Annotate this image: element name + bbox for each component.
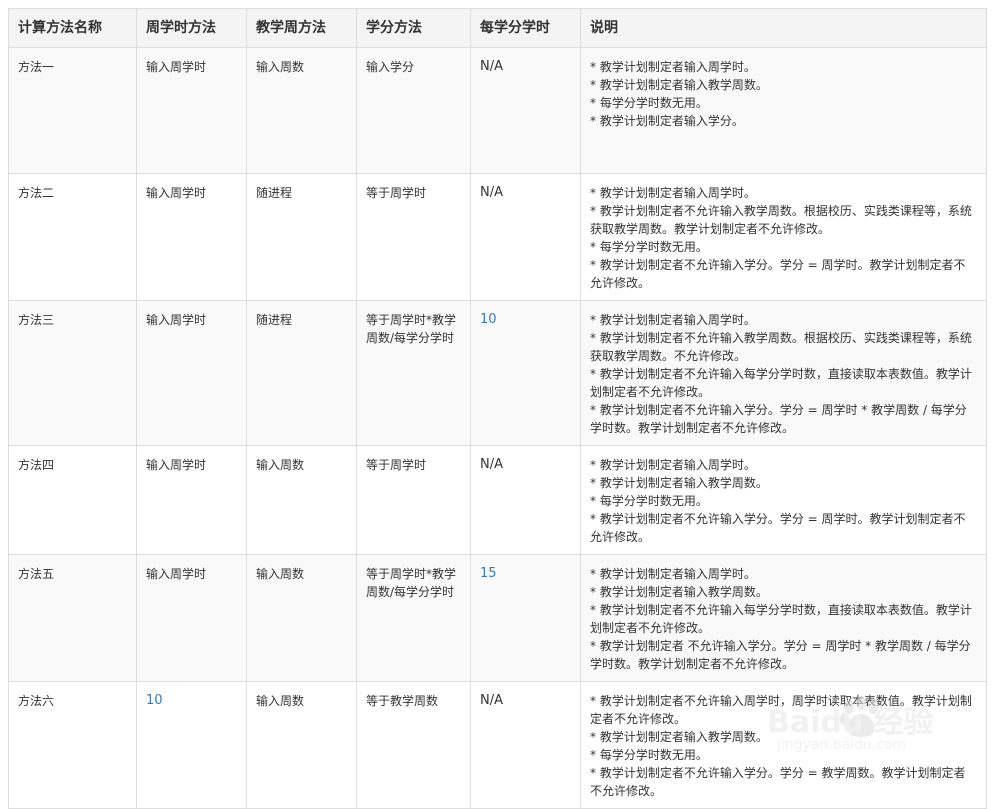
cell-hours-per-credit: N/A	[470, 445, 581, 555]
cell-hours-per-credit: N/A	[470, 173, 581, 301]
cell-hours-per-credit: N/A	[470, 681, 581, 809]
weekly-hours-link[interactable]: 10	[136, 681, 247, 809]
cell-teaching-weeks: 输入周数	[246, 681, 357, 809]
cell-credit-method: 等于教学周数	[356, 681, 471, 809]
description-line: * 每学分学时数无用。	[590, 96, 708, 110]
table-row: 方法一 输入周学时 输入周数 输入学分 N/A * 教学计划制定者输入周学时。 …	[8, 47, 987, 174]
header-teaching-weeks: 教学周方法	[246, 8, 357, 48]
cell-credit-method: 等于周学时*教学周数/每学分学时	[356, 300, 471, 446]
description-line: * 教学计划制定者不允许输入学分。学分 = 教学周数。教学计划制定者不允许修改。	[590, 766, 966, 798]
header-credit-method: 学分方法	[356, 8, 471, 48]
cell-method-name: 方法六	[8, 681, 137, 809]
cell-teaching-weeks: 输入周数	[246, 47, 357, 174]
description-line: * 教学计划制定者不允许输入学分。学分 = 周学时 * 教学周数 / 每学分学时…	[590, 403, 967, 435]
description-line: * 教学计划制定者 不允许输入学分。学分 = 周学时 * 教学周数 / 每学分学…	[590, 639, 971, 671]
header-method-name: 计算方法名称	[8, 8, 137, 48]
description-line: * 教学计划制定者输入周学时。	[590, 313, 756, 327]
table-header-row: 计算方法名称 周学时方法 教学周方法 学分方法 每学分学时 说明	[8, 8, 987, 48]
description-line: * 教学计划制定者输入周学时。	[590, 567, 756, 581]
description-line: * 教学计划制定者不允许输入学分。学分 = 周学时。教学计划制定者不允许修改。	[590, 512, 966, 544]
description-line: * 教学计划制定者输入教学周数。	[590, 585, 768, 599]
header-hours-per-credit: 每学分学时	[470, 8, 581, 48]
cell-weekly-hours: 输入周学时	[136, 173, 247, 301]
cell-teaching-weeks: 随进程	[246, 300, 357, 446]
description-line: * 教学计划制定者输入周学时。	[590, 60, 756, 74]
description-line: * 教学计划制定者输入周学时。	[590, 458, 756, 472]
cell-description: * 教学计划制定者输入周学时。 * 教学计划制定者输入教学周数。 * 每学分学时…	[580, 47, 987, 174]
watermark-brand: Baidu 经验	[767, 705, 934, 740]
header-weekly-hours: 周学时方法	[136, 8, 247, 48]
description-line: * 教学计划制定者不允许输入教学周数。根据校历、实践类课程等，系统获取教学周数。…	[590, 204, 972, 236]
description-line: * 教学计划制定者输入教学周数。	[590, 78, 768, 92]
cell-description: * 教学计划制定者输入周学时。 * 教学计划制定者不允许输入教学周数。根据校历、…	[580, 300, 987, 446]
cell-credit-method: 等于周学时	[356, 445, 471, 555]
cell-description: * 教学计划制定者输入周学时。 * 教学计划制定者输入教学周数。 * 教学计划制…	[580, 554, 987, 682]
hours-per-credit-link[interactable]: 15	[470, 554, 581, 682]
cell-hours-per-credit: N/A	[470, 47, 581, 174]
cell-method-name: 方法二	[8, 173, 137, 301]
description-line: * 教学计划制定者输入教学周数。	[590, 476, 768, 490]
cell-method-name: 方法一	[8, 47, 137, 174]
cell-weekly-hours: 输入周学时	[136, 300, 247, 446]
cell-teaching-weeks: 输入周数	[246, 554, 357, 682]
cell-method-name: 方法四	[8, 445, 137, 555]
methods-table-container: 计算方法名称 周学时方法 教学周方法 学分方法 每学分学时 说明 方法一 输入周…	[8, 8, 987, 809]
cell-weekly-hours: 输入周学时	[136, 554, 247, 682]
description-line: * 每学分学时数无用。	[590, 240, 708, 254]
cell-credit-method: 输入学分	[356, 47, 471, 174]
cell-weekly-hours: 输入周学时	[136, 445, 247, 555]
table-row: 方法四 输入周学时 输入周数 等于周学时 N/A * 教学计划制定者输入周学时。…	[8, 445, 987, 555]
watermark-url: jingyan.baidu.com	[777, 737, 907, 753]
description-line: * 教学计划制定者输入学分。	[590, 114, 744, 128]
cell-weekly-hours: 输入周学时	[136, 47, 247, 174]
cell-method-name: 方法三	[8, 300, 137, 446]
cell-credit-method: 等于周学时*教学周数/每学分学时	[356, 554, 471, 682]
cell-description: * 教学计划制定者输入周学时。 * 教学计划制定者不允许输入教学周数。根据校历、…	[580, 173, 987, 301]
cell-teaching-weeks: 输入周数	[246, 445, 357, 555]
cell-description: * 教学计划制定者输入周学时。 * 教学计划制定者输入教学周数。 * 每学分学时…	[580, 445, 987, 555]
cell-credit-method: 等于周学时	[356, 173, 471, 301]
methods-table: 计算方法名称 周学时方法 教学周方法 学分方法 每学分学时 说明 方法一 输入周…	[8, 8, 987, 809]
cell-teaching-weeks: 随进程	[246, 173, 357, 301]
table-row: 方法二 输入周学时 随进程 等于周学时 N/A * 教学计划制定者输入周学时。 …	[8, 173, 987, 301]
table-row: 方法五 输入周学时 输入周数 等于周学时*教学周数/每学分学时 15 * 教学计…	[8, 554, 987, 682]
description-line: * 每学分学时数无用。	[590, 494, 708, 508]
description-line: * 教学计划制定者不允许输入每学分学时数，直接读取本表数值。教学计划制定者不允许…	[590, 367, 972, 399]
cell-method-name: 方法五	[8, 554, 137, 682]
hours-per-credit-link[interactable]: 10	[470, 300, 581, 446]
baidu-jingyan-watermark: Baidu 经验 jingyan.baidu.com	[757, 691, 987, 761]
description-line: * 教学计划制定者不允许输入学分。学分 = 周学时。教学计划制定者不允许修改。	[590, 258, 966, 290]
description-line: * 教学计划制定者输入周学时。	[590, 186, 756, 200]
table-row: 方法三 输入周学时 随进程 等于周学时*教学周数/每学分学时 10 * 教学计划…	[8, 300, 987, 446]
description-line: * 教学计划制定者不允许输入教学周数。根据校历、实践类课程等，系统获取教学周数。…	[590, 331, 972, 363]
description-line: * 教学计划制定者不允许输入每学分学时数，直接读取本表数值。教学计划制定者不允许…	[590, 603, 972, 635]
header-description: 说明	[580, 8, 987, 48]
